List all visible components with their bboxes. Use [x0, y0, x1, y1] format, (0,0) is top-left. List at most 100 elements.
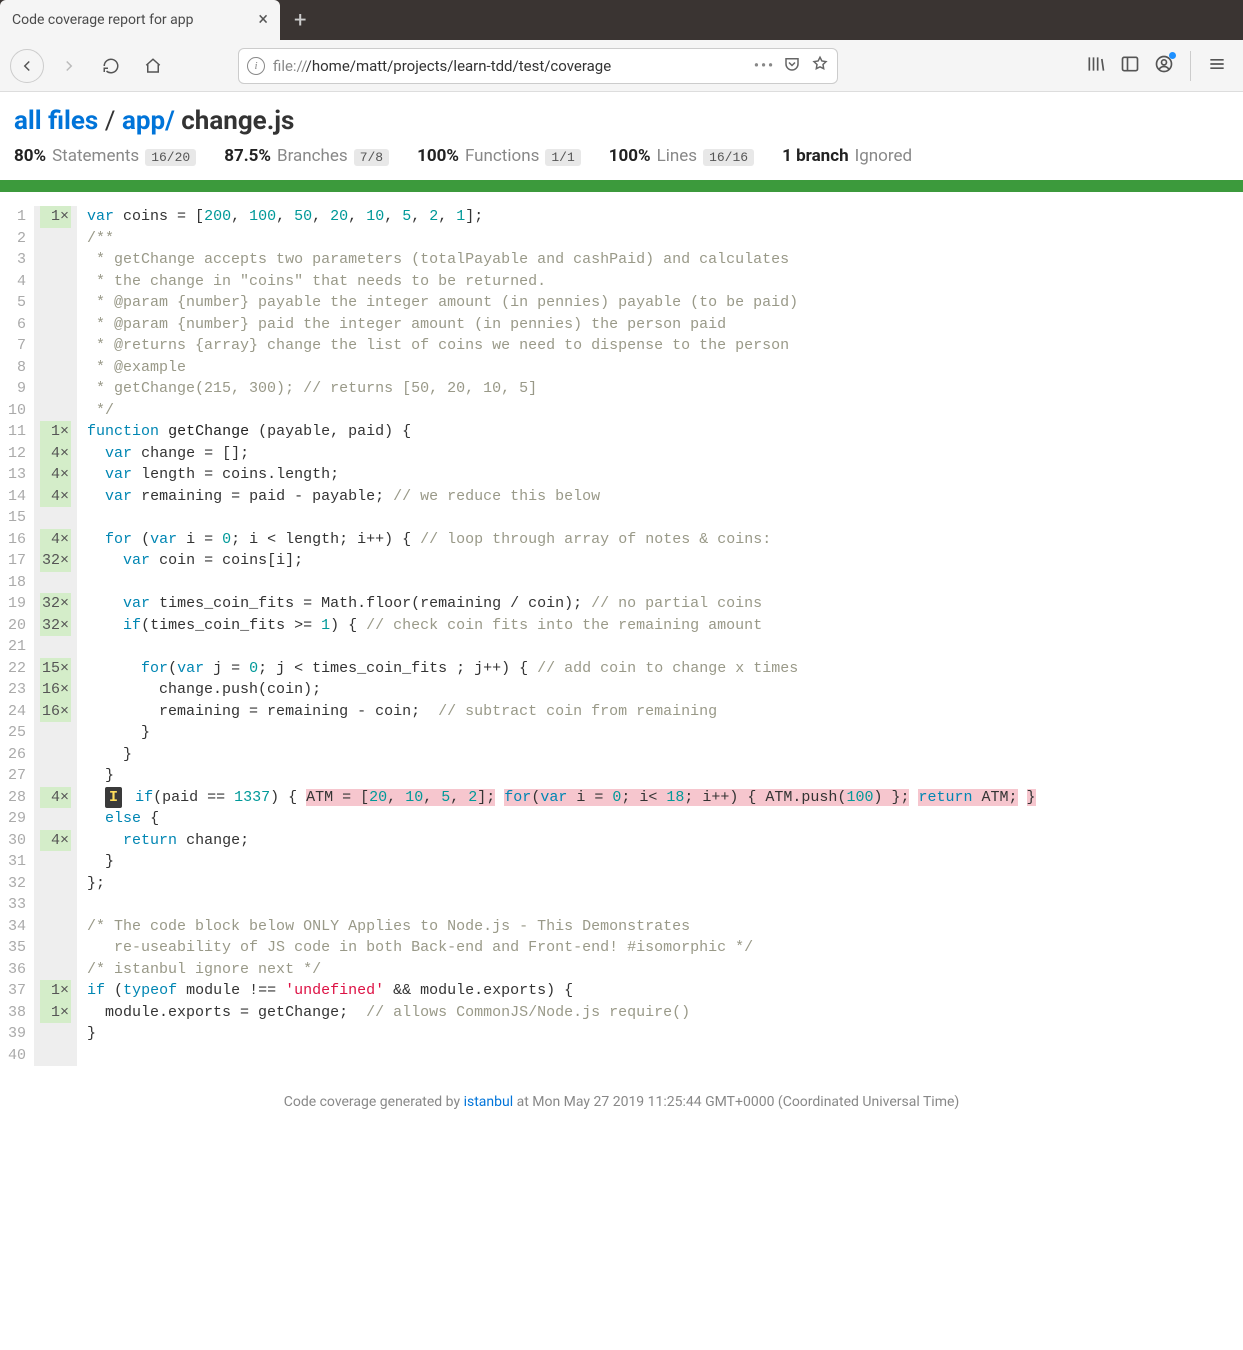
istanbul-link[interactable]: istanbul — [464, 1094, 514, 1110]
menu-icon[interactable] — [1207, 54, 1227, 78]
hit-count — [40, 292, 71, 314]
hit-count: 4× — [40, 486, 71, 508]
code-line: }; — [87, 873, 1243, 895]
forward-button[interactable] — [52, 49, 86, 83]
line-number: 1 — [8, 206, 26, 228]
code-line: */ — [87, 400, 1243, 422]
code-line: /* istanbul ignore next */ — [87, 959, 1243, 981]
account-icon[interactable] — [1154, 54, 1174, 78]
breadcrumb-root-link[interactable]: all files — [14, 106, 98, 136]
code-line: var times_coin_fits = Math.floor(remaini… — [87, 593, 1243, 615]
hit-count — [40, 572, 71, 594]
code-line: } — [87, 744, 1243, 766]
new-tab-button[interactable]: + — [280, 8, 320, 33]
url-bar[interactable]: i file:///home/matt/projects/learn-tdd/t… — [238, 48, 838, 84]
back-button[interactable] — [10, 49, 44, 83]
close-icon[interactable]: × — [258, 11, 268, 29]
code-line — [87, 894, 1243, 916]
line-number: 21 — [8, 636, 26, 658]
code-line: var change = []; — [87, 443, 1243, 465]
line-number: 27 — [8, 765, 26, 787]
line-number: 34 — [8, 916, 26, 938]
pocket-icon[interactable] — [783, 55, 801, 77]
footer: Code coverage generated by istanbul at M… — [0, 1066, 1243, 1150]
code-line: for (var i = 0; i < length; i++) { // lo… — [87, 529, 1243, 551]
line-number: 25 — [8, 722, 26, 744]
line-number: 33 — [8, 894, 26, 916]
hit-count: 16× — [40, 679, 71, 701]
hit-count — [40, 636, 71, 658]
hit-count: 32× — [40, 615, 71, 637]
hit-count — [40, 808, 71, 830]
code-line: * the change in "coins" that needs to be… — [87, 271, 1243, 293]
reload-button[interactable] — [94, 49, 128, 83]
hit-count — [40, 873, 71, 895]
line-number: 16 — [8, 529, 26, 551]
info-icon[interactable]: i — [247, 57, 265, 75]
line-number: 4 — [8, 271, 26, 293]
code-line: * getChange(215, 300); // returns [50, 2… — [87, 378, 1243, 400]
code-line — [87, 636, 1243, 658]
code-line: return change; — [87, 830, 1243, 852]
code-line: var length = coins.length; — [87, 464, 1243, 486]
code-line: for(var j = 0; j < times_coin_fits ; j++… — [87, 658, 1243, 680]
library-icon[interactable] — [1086, 54, 1106, 78]
hit-count — [40, 1045, 71, 1067]
line-number: 39 — [8, 1023, 26, 1045]
coverage-report: all files / app/ change.js 80% Statement… — [0, 92, 1243, 166]
code-line — [87, 572, 1243, 594]
line-number: 23 — [8, 679, 26, 701]
line-number: 17 — [8, 550, 26, 572]
line-number: 12 — [8, 443, 26, 465]
browser-toolbar: i file:///home/matt/projects/learn-tdd/t… — [0, 40, 1243, 92]
ignored-branch-badge: I — [105, 787, 122, 809]
line-number: 31 — [8, 851, 26, 873]
code-line: module.exports = getChange; // allows Co… — [87, 1002, 1243, 1024]
hit-count: 4× — [40, 830, 71, 852]
code-line: var remaining = paid - payable; // we re… — [87, 486, 1243, 508]
hit-count — [40, 851, 71, 873]
line-number: 36 — [8, 959, 26, 981]
code-line: * @returns {array} change the list of co… — [87, 335, 1243, 357]
breadcrumb-folder-link[interactable]: app/ — [122, 106, 175, 136]
star-icon[interactable] — [811, 55, 829, 77]
code-line — [87, 1045, 1243, 1067]
breadcrumb: all files / app/ change.js — [14, 106, 1229, 136]
hit-count: 4× — [40, 529, 71, 551]
hit-count — [40, 507, 71, 529]
line-number: 2 — [8, 228, 26, 250]
hit-count: 1× — [40, 980, 71, 1002]
sidebar-icon[interactable] — [1120, 54, 1140, 78]
line-number: 37 — [8, 980, 26, 1002]
source-code: 1234567891011121314151617181920212223242… — [0, 206, 1243, 1066]
browser-tab[interactable]: Code coverage report for app × — [0, 0, 280, 40]
code-line: } — [87, 1023, 1243, 1045]
hit-count — [40, 722, 71, 744]
code-line: * getChange accepts two parameters (tota… — [87, 249, 1243, 271]
code-line: } — [87, 722, 1243, 744]
line-number: 5 — [8, 292, 26, 314]
code-line: change.push(coin); — [87, 679, 1243, 701]
hit-count: 32× — [40, 550, 71, 572]
code-line: if(times_coin_fits >= 1) { // check coin… — [87, 615, 1243, 637]
code-line: * @example — [87, 357, 1243, 379]
home-button[interactable] — [136, 49, 170, 83]
code-line: I if(paid == 1337) { ATM = [20, 10, 5, 2… — [87, 787, 1243, 809]
code-line: /** — [87, 228, 1243, 250]
code-line: /* The code block below ONLY Applies to … — [87, 916, 1243, 938]
code-line: if (typeof module !== 'undefined' && mod… — [87, 980, 1243, 1002]
line-number: 26 — [8, 744, 26, 766]
code-column: var coins = [200, 100, 50, 20, 10, 5, 2,… — [77, 206, 1243, 1066]
line-number: 38 — [8, 1002, 26, 1024]
hit-count — [40, 1023, 71, 1045]
line-number: 10 — [8, 400, 26, 422]
hit-count — [40, 378, 71, 400]
ellipsis-icon[interactable]: ••• — [754, 58, 775, 74]
hit-count: 1× — [40, 1002, 71, 1024]
hit-count — [40, 314, 71, 336]
hit-count — [40, 335, 71, 357]
line-number: 19 — [8, 593, 26, 615]
stat-branches: 87.5% Branches 7/8 — [224, 146, 389, 166]
line-number: 18 — [8, 572, 26, 594]
hit-count — [40, 744, 71, 766]
